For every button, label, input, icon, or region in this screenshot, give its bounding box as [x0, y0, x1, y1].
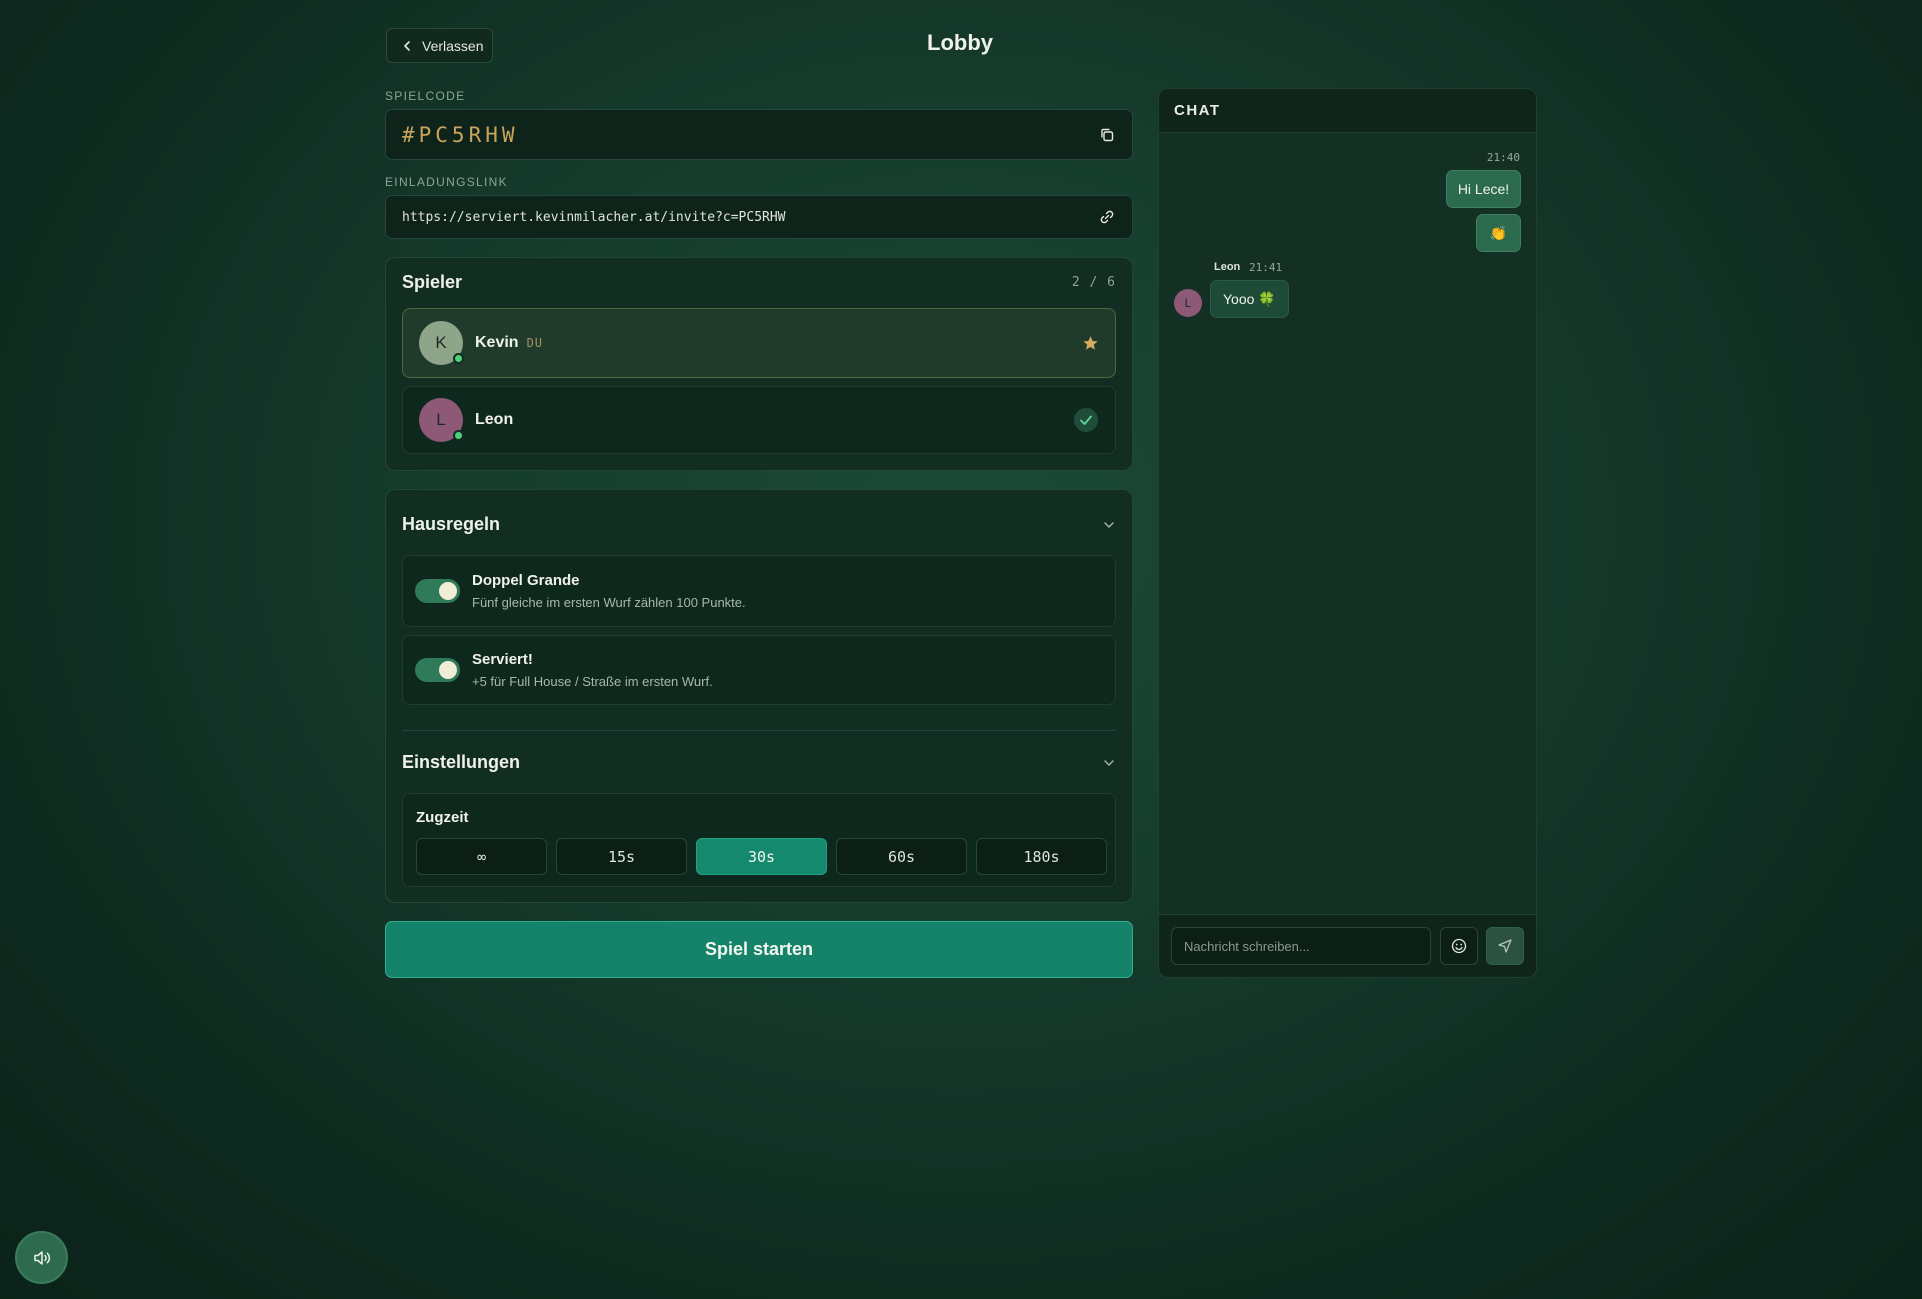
- message-time: 21:41: [1249, 261, 1283, 274]
- page-title: Lobby: [927, 30, 993, 55]
- chevron-down-icon: [1104, 759, 1114, 766]
- ready-indicator: [1073, 407, 1099, 433]
- start-game-button[interactable]: Spiel starten: [385, 921, 1133, 978]
- chat-panel: CHAT 21:40 Hi Lece! 👏 Leon 21:41 L Yooo …: [1158, 88, 1537, 978]
- copy-code-button[interactable]: [1098, 126, 1116, 144]
- player-row-kevin: K Kevin DU: [402, 308, 1116, 378]
- house-rules-title: Hausregeln: [402, 514, 501, 534]
- players-header: Spieler 2 / 6: [402, 272, 1116, 293]
- copy-icon: [1101, 128, 1114, 141]
- host-star: [1082, 335, 1099, 352]
- avatar: L: [1174, 289, 1202, 317]
- turn-time-option-180s[interactable]: 180s: [976, 838, 1107, 875]
- chat-message-mine: 👏: [1476, 214, 1521, 252]
- settings-title: Einstellungen: [402, 752, 521, 772]
- turn-time-option-60s[interactable]: 60s: [836, 838, 967, 875]
- player-row-leon: L Leon: [402, 386, 1116, 454]
- copy-link-button[interactable]: [1098, 208, 1116, 226]
- rule-doppel-grande: Doppel Grande Fünf gleiche im ersten Wur…: [402, 555, 1116, 627]
- check-icon: [1074, 408, 1098, 432]
- rules-panel: Hausregeln Doppel Grande Fünf gleiche im…: [385, 489, 1133, 903]
- section-divider: [402, 730, 1116, 731]
- turn-time-label: Zugzeit: [416, 809, 469, 826]
- online-indicator: [453, 430, 464, 441]
- rule-serviert: Serviert! +5 für Full House / Straße im …: [402, 635, 1116, 705]
- settings-header[interactable]: Einstellungen: [402, 752, 1116, 773]
- send-icon: [1498, 939, 1512, 953]
- smiley-icon: [1451, 938, 1467, 954]
- chat-message-theirs: Yooo 🍀: [1210, 280, 1289, 318]
- player-count: 2 / 6: [1071, 275, 1116, 290]
- online-indicator: [453, 353, 464, 364]
- invite-link-label: EINLADUNGSLINK: [385, 175, 508, 189]
- avatar-initial: K: [435, 333, 447, 352]
- message-sender: Leon: [1214, 261, 1241, 273]
- star-icon: [1083, 335, 1098, 350]
- turn-time-options: ∞ 15s 30s 60s 180s: [416, 838, 1107, 875]
- rule-toggle[interactable]: [415, 658, 460, 682]
- chat-title: CHAT: [1159, 89, 1536, 133]
- rule-title: Serviert!: [472, 651, 533, 668]
- send-button[interactable]: [1486, 927, 1524, 965]
- chat-message-input[interactable]: [1171, 927, 1431, 965]
- rule-description: +5 für Full House / Straße im ersten Wur…: [472, 674, 713, 689]
- game-code-label: SPIELCODE: [385, 89, 466, 103]
- emoji-button[interactable]: [1440, 927, 1478, 965]
- message-text: Hi Lece!: [1457, 181, 1510, 197]
- turn-time-option-30s[interactable]: 30s: [696, 838, 827, 875]
- player-name: Kevin: [475, 334, 519, 351]
- message-text: 👏: [1489, 224, 1508, 241]
- player-name: Leon: [475, 411, 514, 428]
- avatar: K: [419, 321, 464, 365]
- link-icon: [1100, 210, 1114, 224]
- turn-time-card: Zugzeit ∞ 15s 30s 60s 180s: [402, 793, 1116, 887]
- rule-title: Doppel Grande: [472, 572, 580, 589]
- leave-button-label: Verlassen: [422, 37, 484, 54]
- toggle-knob: [439, 661, 457, 679]
- leave-button[interactable]: Verlassen: [386, 28, 493, 63]
- chat-composer: [1159, 914, 1536, 977]
- house-rules-header[interactable]: Hausregeln: [402, 514, 1116, 535]
- avatar: L: [419, 398, 464, 442]
- message-text: Yooo 🍀: [1223, 290, 1276, 307]
- turn-time-option-15s[interactable]: 15s: [556, 838, 687, 875]
- speaker-icon: [33, 1250, 50, 1265]
- chat-message-mine: Hi Lece!: [1446, 170, 1521, 208]
- message-time: 21:40: [1486, 151, 1520, 164]
- players-title: Spieler: [402, 272, 463, 292]
- chevron-down-icon: [1104, 521, 1114, 528]
- avatar-initial: L: [1184, 296, 1192, 310]
- avatar-initial: L: [436, 410, 446, 429]
- rule-description: Fünf gleiche im ersten Wurf zählen 100 P…: [472, 595, 746, 610]
- invite-link-value: https://serviert.kevinmilacher.at/invite…: [402, 209, 786, 225]
- game-code-field: #PC5RHW: [385, 109, 1133, 160]
- toggle-knob: [439, 582, 457, 600]
- rule-toggle[interactable]: [415, 579, 460, 603]
- sound-toggle-button[interactable]: [15, 1231, 68, 1284]
- game-code-value: #PC5RHW: [402, 122, 519, 147]
- turn-time-option-infinite[interactable]: ∞: [416, 838, 547, 875]
- invite-link-field: https://serviert.kevinmilacher.at/invite…: [385, 195, 1133, 239]
- chevron-left-icon: [404, 40, 410, 51]
- you-badge: DU: [526, 336, 544, 350]
- players-panel: Spieler 2 / 6 K Kevin DU L Leon: [385, 257, 1133, 471]
